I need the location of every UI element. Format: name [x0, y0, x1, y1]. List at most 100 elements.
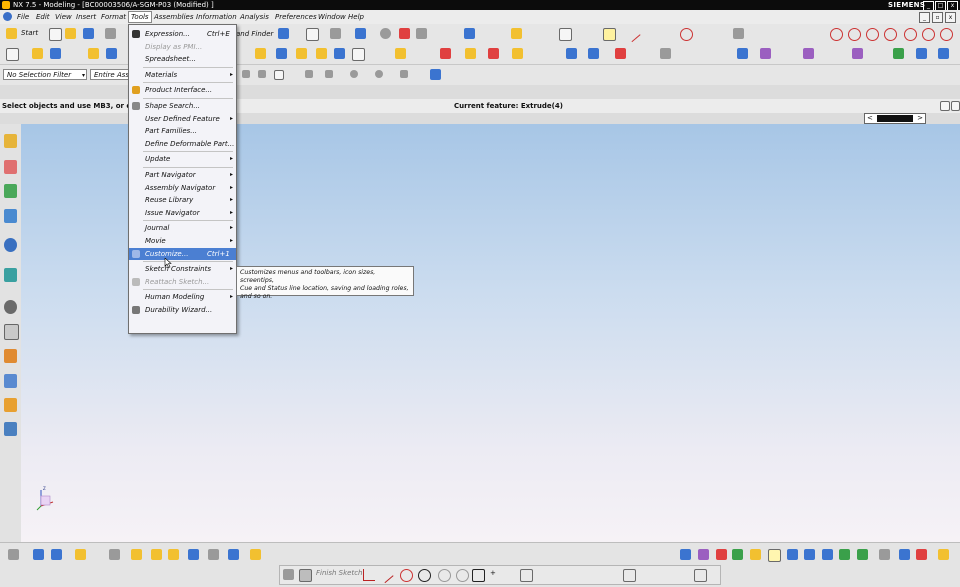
history-icon[interactable] — [4, 268, 17, 282]
menu-assemblies[interactable]: Assemblies — [154, 12, 194, 22]
open-file-icon[interactable] — [65, 28, 76, 39]
menu-item-define-deformable-part[interactable]: Define Deformable Part... — [129, 138, 236, 150]
intersect-icon[interactable] — [465, 48, 476, 59]
menu-item-part-navigator[interactable]: Part Navigator ▸ — [129, 169, 236, 181]
menu-file[interactable]: File — [17, 12, 29, 22]
menu-item-product-interface[interactable]: Product Interface... — [129, 84, 236, 96]
quick-trim-icon[interactable] — [109, 549, 120, 560]
menu-item-user-defined-feature[interactable]: User Defined Feature ▸ — [129, 113, 236, 125]
menu-preferences[interactable]: Preferences — [275, 12, 317, 22]
snap-center-icon[interactable] — [350, 70, 358, 78]
make-corner-icon[interactable] — [623, 569, 636, 582]
rectangle-icon[interactable] — [472, 569, 485, 582]
snap-intersection-icon[interactable] — [400, 70, 408, 78]
monitor-icon[interactable] — [899, 549, 910, 560]
ellipse-icon[interactable] — [940, 28, 953, 41]
menu-view[interactable]: View — [55, 12, 72, 22]
dimension-icon[interactable] — [250, 549, 261, 560]
move-face-icon[interactable] — [893, 48, 904, 59]
reuse-library-icon[interactable] — [4, 209, 17, 223]
studio-spline-sketch-icon[interactable] — [546, 569, 557, 580]
menu-help[interactable]: Help — [348, 12, 364, 22]
menu-tools[interactable]: Tools — [128, 11, 152, 23]
circle-three-point-icon[interactable] — [884, 28, 897, 41]
translucency-icon[interactable] — [716, 549, 727, 560]
new-file-icon[interactable] — [49, 28, 62, 41]
select-all-icon[interactable] — [274, 70, 284, 80]
revolve-icon[interactable] — [50, 48, 61, 59]
cut-icon[interactable] — [105, 28, 116, 39]
image-icon[interactable] — [804, 549, 815, 560]
save-icon[interactable] — [83, 28, 94, 39]
status-settings-icon[interactable] — [951, 101, 960, 111]
sketch-icon[interactable] — [6, 48, 19, 61]
sketch-arc-icon[interactable] — [400, 569, 413, 582]
datum-plane-icon[interactable] — [559, 28, 572, 41]
command-finder[interactable]: and Finder — [236, 30, 273, 38]
wcs-icon[interactable] — [511, 28, 522, 39]
menu-window[interactable]: Window — [318, 12, 346, 22]
arc-three-point-icon[interactable] — [904, 28, 917, 41]
manufacturing-wizards-icon[interactable] — [4, 349, 17, 363]
draft-icon[interactable] — [615, 48, 626, 59]
menu-item-issue-navigator[interactable]: Issue Navigator ▸ — [129, 207, 236, 219]
offset-face-icon[interactable] — [737, 48, 748, 59]
lighting-icon[interactable] — [750, 549, 761, 560]
show-hide-icon[interactable] — [416, 28, 427, 39]
layer-settings-icon[interactable] — [680, 549, 691, 560]
arc-tangent-icon[interactable] — [922, 28, 935, 41]
replace-face-icon[interactable] — [916, 48, 927, 59]
nx-app-icon[interactable] — [2, 1, 10, 9]
studio-spline-icon[interactable] — [732, 549, 743, 560]
redo-icon[interactable] — [258, 70, 266, 78]
menu-item-movie[interactable]: Movie ▸ — [129, 235, 236, 247]
menu-format[interactable]: Format — [101, 12, 126, 22]
unite-icon[interactable] — [395, 48, 406, 59]
menu-item-materials[interactable]: Materials ▸ — [129, 69, 236, 81]
status-toggle-icon[interactable] — [940, 101, 950, 111]
select-icon[interactable] — [768, 549, 781, 562]
point-dialog-icon[interactable] — [430, 69, 441, 80]
point-icon[interactable]: + — [490, 569, 501, 580]
render-style-icon[interactable] — [330, 28, 341, 39]
split-body-icon[interactable] — [512, 48, 523, 59]
snap-midpoint-icon[interactable] — [325, 70, 333, 78]
menu-item-human-modeling[interactable]: Human Modeling ▸ — [129, 291, 236, 303]
datum-csys-icon[interactable] — [51, 549, 62, 560]
start-icon[interactable] — [6, 28, 17, 39]
finish-sketch-icon[interactable] — [299, 569, 312, 582]
sketch-trim-icon[interactable] — [576, 569, 587, 580]
shading-icon[interactable] — [879, 549, 890, 560]
box-icon[interactable] — [857, 549, 868, 560]
edge-blend-icon[interactable] — [566, 48, 577, 59]
menu-insert[interactable]: Insert — [76, 12, 96, 22]
selection-icon[interactable] — [603, 28, 616, 41]
alert-icon[interactable] — [916, 549, 927, 560]
view-orient-icon[interactable] — [8, 549, 19, 560]
grid-icon[interactable] — [733, 28, 744, 39]
menu-item-reuse-library[interactable]: Reuse Library ▸ — [129, 194, 236, 206]
block-icon[interactable] — [88, 48, 99, 59]
constraint-navigator-icon[interactable] — [4, 160, 17, 174]
finish-sketch-flag-icon[interactable] — [283, 569, 294, 580]
toolbar-options-icon[interactable] — [938, 549, 949, 560]
palette-icon[interactable] — [4, 422, 17, 436]
fillet-icon[interactable] — [438, 569, 451, 582]
hole-icon[interactable] — [255, 48, 266, 59]
profile-icon[interactable] — [363, 569, 375, 581]
nx-menu-icon[interactable] — [3, 12, 12, 21]
edit-object-display-icon[interactable] — [399, 28, 410, 39]
user-icon[interactable] — [787, 549, 798, 560]
pattern-curve-icon[interactable] — [151, 549, 162, 560]
system-materials-icon[interactable] — [4, 300, 17, 314]
sketch-dimension-icon[interactable] — [648, 569, 659, 580]
groove-icon[interactable] — [352, 48, 365, 61]
mirror-icon[interactable] — [852, 48, 863, 59]
menu-item-journal[interactable]: Journal ▸ — [129, 222, 236, 234]
web-browser-icon[interactable] — [4, 238, 17, 252]
scope-dropdown[interactable]: Entire Asse — [90, 69, 130, 80]
process-studio-icon[interactable] — [4, 324, 19, 340]
system-scenes-icon[interactable] — [4, 398, 17, 412]
snap-endpoint-icon[interactable] — [305, 70, 313, 78]
assembly-icon[interactable] — [464, 28, 475, 39]
